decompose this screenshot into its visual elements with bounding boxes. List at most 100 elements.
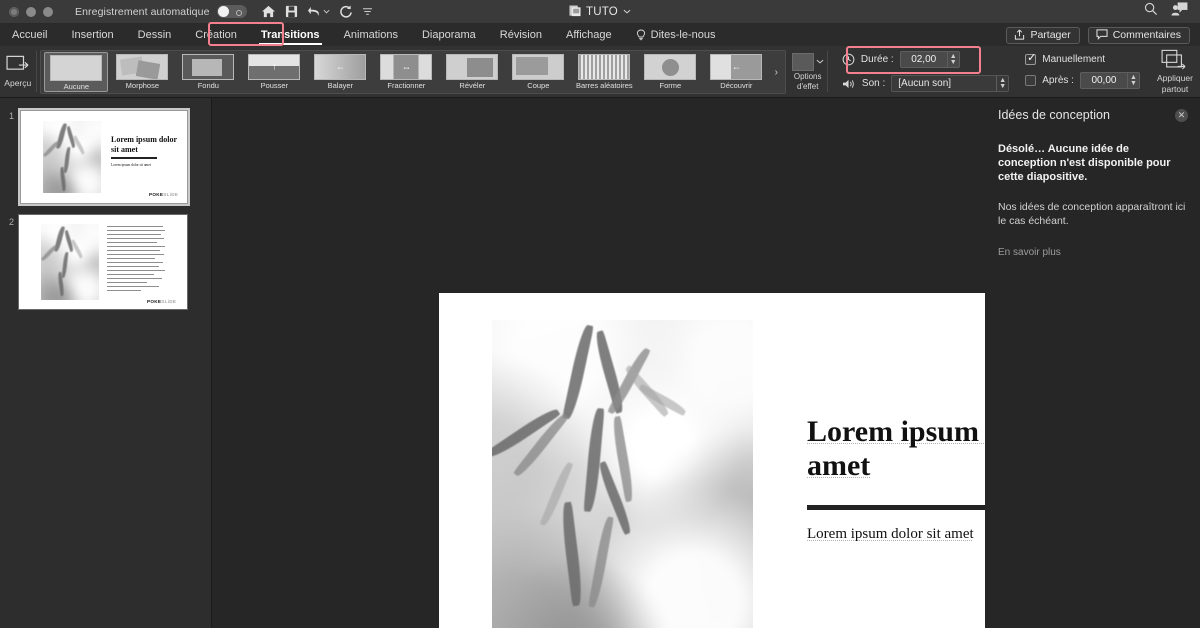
chevron-down-icon[interactable] (816, 59, 824, 64)
title-chevron-down-icon[interactable] (623, 9, 631, 14)
stepper-down-icon[interactable]: ▼ (1130, 81, 1137, 87)
thumb-photo (43, 121, 101, 193)
after-value[interactable]: 00,00 (1081, 75, 1127, 86)
autosave-group[interactable]: Enregistrement automatique (75, 5, 247, 18)
tab-creation[interactable]: Création (183, 24, 249, 46)
duration-row: Durée : 02,00 ▲ ▼ (842, 51, 1009, 68)
transition-thumb (578, 54, 630, 80)
tab-dessin[interactable]: Dessin (126, 24, 184, 46)
slide-thumb-frame: POKESLiDE (18, 214, 188, 310)
duration-spinbox[interactable]: 02,00 ▲ ▼ (900, 51, 960, 68)
close-icon[interactable]: ✕ (1175, 109, 1188, 122)
transition-label: Forme (660, 81, 682, 90)
document-title: TUTO (586, 6, 618, 18)
slide-thumbnail-1[interactable]: 1 (0, 104, 211, 210)
after-spinbox[interactable]: 00,00 ▲ ▼ (1080, 72, 1140, 89)
thumb-photo (41, 224, 99, 300)
titlebar-right-icons[interactable] (1144, 2, 1200, 21)
duration-value[interactable]: 02,00 (901, 54, 947, 65)
transition-fondu[interactable]: Fondu (176, 52, 240, 92)
transition-morphose[interactable]: Morphose (110, 52, 174, 92)
design-ideas-title: Idées de conception (998, 108, 1110, 122)
tab-diaporama[interactable]: Diaporama (410, 24, 488, 46)
after-advance-checkbox[interactable] (1025, 75, 1036, 86)
slide-thumbnail-panel[interactable]: 1 (0, 98, 212, 628)
transition-forme[interactable]: Forme (638, 52, 702, 92)
close-window-button[interactable] (9, 7, 19, 17)
transition-balayer[interactable]: ← Balayer (308, 52, 372, 92)
lightbulb-icon (636, 29, 646, 41)
transition-barres-aleatoires[interactable]: Barres aléatoires (572, 52, 636, 92)
tab-insertion[interactable]: Insertion (59, 24, 125, 46)
save-icon[interactable] (285, 5, 298, 18)
slide-subtitle[interactable]: Lorem ipsum dolor sit amet (807, 526, 974, 543)
slide-thumb-frame: Lorem ipsum dolor sit amet Lorem ipsum d… (18, 108, 190, 206)
comments-button[interactable]: Commentaires (1088, 27, 1190, 44)
effect-options-icon (792, 53, 814, 71)
transition-aucune[interactable]: Aucune (44, 52, 108, 92)
advance-slide-group: Manuellement Après : 00,00 ▲ ▼ (1009, 46, 1140, 97)
undo-icon[interactable] (307, 5, 330, 18)
after-advance-row[interactable]: Après : 00,00 ▲ ▼ (1025, 72, 1140, 89)
tab-affichage[interactable]: Affichage (554, 24, 624, 46)
slide-thumb-canvas: POKESLiDE (19, 215, 187, 309)
tab-transitions[interactable]: Transitions (249, 24, 332, 46)
tell-me-box[interactable]: Dites-le-nous (624, 29, 728, 41)
account-icon[interactable] (1171, 2, 1188, 21)
share-button[interactable]: Partager (1006, 27, 1079, 44)
duration-stepper[interactable]: ▲ ▼ (947, 52, 959, 67)
maximize-window-button[interactable] (43, 7, 53, 17)
stepper-down-icon[interactable]: ▼ (999, 84, 1006, 90)
transition-label: Fondu (198, 81, 219, 90)
transitions-ribbon: Aperçu Aucune Morphose Fondu ↑ Pousser ← (0, 46, 1200, 98)
minimize-window-button[interactable] (26, 7, 36, 17)
transition-thumb: ↔ (380, 54, 432, 80)
transition-thumb (116, 54, 168, 80)
effect-options-button[interactable]: Options d'effet (788, 46, 827, 97)
ribbon-tabs[interactable]: Accueil Insertion Dessin Création Transi… (0, 24, 727, 46)
tab-animations[interactable]: Animations (332, 24, 410, 46)
customize-toolbar-icon[interactable] (362, 7, 373, 16)
sound-stepper[interactable]: ▲ ▼ (996, 76, 1008, 91)
search-icon[interactable] (1144, 2, 1158, 21)
tab-accueil[interactable]: Accueil (0, 24, 59, 46)
preview-button[interactable]: Aperçu (0, 46, 36, 97)
autosave-label: Enregistrement automatique (75, 6, 210, 18)
stepper-down-icon[interactable]: ▼ (950, 60, 957, 66)
arrow-left-icon: ← (732, 63, 741, 72)
transition-fractionner[interactable]: ↔ Fractionner (374, 52, 438, 92)
tab-revision[interactable]: Révision (488, 24, 554, 46)
transition-coupe[interactable]: Coupe (506, 52, 570, 92)
gallery-more-button[interactable]: › (769, 51, 783, 93)
transition-reveler[interactable]: Révéler (440, 52, 504, 92)
transition-pousser[interactable]: ↑ Pousser (242, 52, 306, 92)
share-icon (1014, 29, 1025, 40)
quick-access-toolbar[interactable] (261, 5, 373, 18)
transition-thumb: ↑ (248, 54, 300, 80)
arrow-up-icon: ↑ (272, 63, 277, 72)
slide-thumbnail-2[interactable]: 2 (0, 210, 211, 314)
arrow-left-icon: ← (336, 63, 345, 72)
redo-icon[interactable] (339, 5, 353, 18)
autosave-toggle[interactable] (217, 5, 247, 18)
sound-select[interactable]: [Aucun son] ▲ ▼ (891, 75, 1009, 92)
home-icon[interactable] (261, 5, 276, 18)
preview-icon (6, 55, 30, 76)
slide-canvas[interactable]: Lorem ipsum dolor sit amet Lorem ipsum d… (212, 98, 985, 628)
powerpoint-window: Enregistrement automatique (0, 0, 1200, 628)
share-label: Partager (1030, 29, 1070, 41)
title-bar: Enregistrement automatique (0, 0, 1200, 24)
document-title-button[interactable]: TUTO (569, 5, 631, 18)
after-stepper[interactable]: ▲ ▼ (1127, 73, 1139, 88)
transition-decouvrir[interactable]: ← Découvrir (704, 52, 768, 92)
slide-photo[interactable] (492, 320, 753, 628)
learn-more-link[interactable]: En savoir plus (998, 247, 1188, 258)
manual-advance-checkbox[interactable] (1025, 54, 1036, 65)
ribbon-tab-bar: Accueil Insertion Dessin Création Transi… (0, 24, 1200, 46)
transition-gallery[interactable]: Aucune Morphose Fondu ↑ Pousser ← Balaye… (40, 50, 786, 94)
design-ideas-header: Idées de conception ✕ (998, 108, 1188, 122)
ribbon-tab-actions[interactable]: Partager Commentaires (1006, 27, 1200, 44)
manual-advance-row[interactable]: Manuellement (1025, 54, 1140, 65)
apply-to-all-button[interactable]: Appliquer partout (1150, 46, 1200, 97)
window-controls[interactable] (0, 7, 53, 17)
